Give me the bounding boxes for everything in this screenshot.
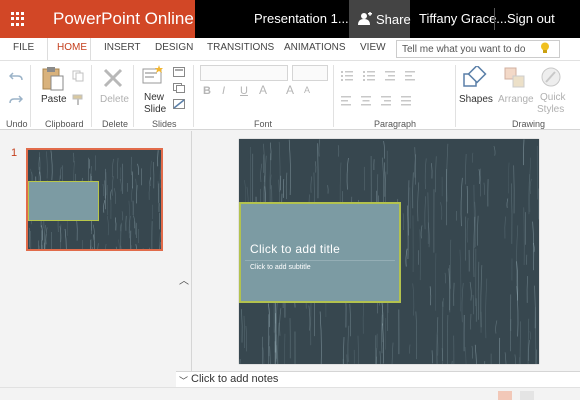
notes-placeholder[interactable]: Click to add notes (191, 373, 278, 385)
paste-icon[interactable] (41, 66, 65, 92)
tab-animations[interactable]: ANIMATIONS (284, 42, 345, 53)
chevron-up-icon[interactable]: ︿ (179, 272, 189, 287)
ribbon-tabs: FILE HOME INSERT DESIGN TRANSITIONS ANIM… (0, 38, 580, 60)
tab-view[interactable]: VIEW (360, 42, 386, 53)
group-divider (193, 65, 194, 127)
undo-icon[interactable] (9, 71, 23, 83)
font-group-label: Font (254, 119, 273, 129)
drawing-group-label: Drawing (512, 119, 546, 129)
status-bar (0, 387, 580, 400)
slide-thumbnail-pane: 1 ︿ (0, 131, 192, 387)
slides-group-label: Slides (152, 119, 177, 129)
title-placeholder-box[interactable]: Click to add title Click to add subtitle (239, 202, 401, 303)
tab-transitions[interactable]: TRANSITIONS (207, 42, 274, 53)
shapes-icon[interactable] (462, 66, 488, 92)
paragraph-group-label: Paragraph (374, 119, 417, 129)
title-divider (245, 260, 395, 261)
italic-button[interactable]: I (222, 85, 225, 97)
delete-icon[interactable] (103, 68, 123, 88)
list-buttons-row[interactable] (341, 70, 441, 82)
duplicate-slide-icon[interactable] (173, 83, 185, 93)
document-title[interactable]: Presentation 1... (254, 11, 349, 26)
new-slide-button-line1[interactable]: New (144, 92, 164, 103)
redo-icon[interactable] (9, 94, 23, 106)
tab-file[interactable]: FILE (13, 42, 34, 53)
font-size-dropdown[interactable] (292, 65, 328, 81)
paste-button[interactable]: Paste (41, 94, 67, 105)
group-divider (333, 65, 334, 127)
title-placeholder[interactable]: Click to add title (250, 242, 340, 256)
shrink-font-button[interactable]: A (304, 85, 310, 95)
delete-group-label: Delete (102, 119, 129, 129)
delete-button[interactable]: Delete (100, 94, 129, 105)
add-person-icon (358, 12, 372, 25)
hide-slide-icon[interactable] (173, 99, 185, 109)
quick-styles-button-line1[interactable]: Quick (540, 92, 566, 103)
slide-number: 1 (11, 147, 18, 159)
new-slide-button-line2[interactable]: Slide (144, 104, 166, 115)
arrange-icon[interactable] (503, 66, 527, 90)
lightbulb-icon (541, 42, 549, 53)
tell-me-search[interactable]: Tell me what you want to do (396, 40, 560, 58)
titlebar-divider (494, 8, 495, 30)
quick-styles-button-line2[interactable]: Styles (537, 104, 564, 115)
group-divider (91, 65, 92, 127)
share-label: Share (376, 12, 411, 27)
notes-pane[interactable]: ﹀ Click to add notes (176, 371, 580, 387)
share-button[interactable]: Share (349, 0, 411, 38)
normal-view-button[interactable] (498, 391, 512, 400)
group-divider (133, 65, 134, 127)
tab-insert[interactable]: INSERT (104, 42, 141, 53)
subtitle-placeholder[interactable]: Click to add subtitle (250, 264, 311, 271)
quick-styles-icon[interactable] (540, 66, 562, 90)
copy-icon[interactable] (72, 70, 84, 82)
brand-area: PowerPoint Online (0, 0, 195, 38)
font-color-button[interactable]: A (259, 83, 267, 97)
sign-out-link[interactable]: Sign out (507, 11, 555, 26)
grow-font-button[interactable]: A (286, 83, 294, 97)
group-divider (455, 65, 456, 127)
shapes-button[interactable]: Shapes (459, 94, 493, 105)
slide-thumbnail[interactable] (26, 148, 163, 251)
alignment-buttons-row[interactable] (341, 95, 441, 107)
new-slide-icon[interactable] (142, 65, 164, 85)
bold-button[interactable]: B (203, 85, 211, 97)
ribbon: Undo Paste Clipboard Delete Delete New S… (0, 60, 580, 130)
undo-group-label: Undo (6, 119, 28, 129)
app-launcher-icon[interactable] (11, 12, 25, 26)
underline-button[interactable]: U (240, 85, 248, 97)
format-painter-icon[interactable] (72, 94, 84, 106)
title-bar: PowerPoint Online Presentation 1... Shar… (0, 0, 580, 38)
clipboard-group-label: Clipboard (45, 119, 84, 129)
tab-home[interactable]: HOME (57, 42, 87, 53)
group-divider (30, 65, 31, 127)
tab-design[interactable]: DESIGN (155, 42, 193, 53)
layout-icon[interactable] (173, 67, 185, 77)
slide[interactable]: Click to add title Click to add subtitle (239, 139, 539, 364)
chevron-down-icon[interactable]: ﹀ (179, 374, 188, 387)
arrange-button[interactable]: Arrange (498, 94, 534, 105)
thumbnail-title-box (28, 181, 99, 221)
font-name-dropdown[interactable] (200, 65, 288, 81)
reading-view-button[interactable] (520, 391, 534, 400)
app-name[interactable]: PowerPoint Online (53, 9, 194, 29)
